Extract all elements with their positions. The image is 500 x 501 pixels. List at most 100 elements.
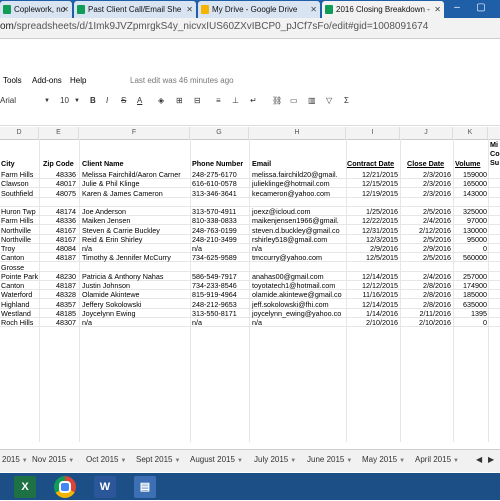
cell-close[interactable]: 2/8/2016 [401, 300, 451, 309]
cell-city[interactable]: Highland [1, 300, 39, 309]
scroll-tabs-right-icon[interactable]: ▶ [488, 455, 494, 464]
cell-phone[interactable]: 248-212-9653 [192, 300, 248, 309]
maximize-icon[interactable]: ▢ [470, 0, 492, 16]
cell-phone[interactable]: 248-275-6170 [192, 170, 248, 179]
chevron-down-icon[interactable]: ▼ [74, 98, 80, 104]
cell-contract[interactable]: 12/22/2015 [347, 216, 398, 225]
cell-city[interactable]: Huron Twp [1, 207, 39, 216]
cell-client[interactable] [82, 263, 189, 272]
cell-client[interactable]: Joycelynn Ewing [82, 309, 189, 318]
cell-city[interactable]: Southfield [1, 189, 39, 198]
cell-city[interactable]: Farm Hills [1, 216, 39, 225]
cell-city[interactable]: Westland [1, 309, 39, 318]
close-icon[interactable]: ✕ [186, 1, 193, 18]
cell-volume[interactable] [454, 263, 487, 272]
borders-icon[interactable]: ⊞ [176, 96, 183, 105]
chevron-down-icon[interactable]: ▼ [399, 458, 405, 464]
comment-icon[interactable]: ▭ [290, 96, 298, 105]
cell-city[interactable]: Northville [1, 226, 39, 235]
merge-cells-icon[interactable]: ⊟ [194, 96, 201, 105]
sheet-tab-august-2015[interactable]: August 2015 ▼ [190, 455, 243, 464]
column-header-g[interactable]: G [190, 127, 249, 139]
cell-phone[interactable]: 734-233-8546 [192, 281, 248, 290]
cell-close[interactable]: 2/5/2016 [401, 235, 451, 244]
cell-client[interactable] [82, 198, 189, 207]
cell-zip[interactable]: 48187 [40, 281, 76, 290]
link-icon[interactable]: ⛓ [272, 96, 282, 105]
functions-icon[interactable]: Σ [344, 96, 349, 105]
cell-zip[interactable]: 48174 [40, 207, 76, 216]
cell-contract[interactable]: 1/25/2016 [347, 207, 398, 216]
cell-email[interactable]: rshirley518@gmail.com [252, 235, 345, 244]
cell-city[interactable]: Roch Hills [1, 318, 39, 327]
cell-phone[interactable]: n/a [192, 244, 248, 253]
sheet-tab-2015[interactable]: 2015 ▼ [2, 455, 28, 464]
cell-client[interactable]: n/a [82, 244, 189, 253]
italic-button[interactable]: I [106, 96, 108, 105]
cell-phone[interactable]: 815-919-4964 [192, 290, 248, 299]
sheet-tab-oct-2015[interactable]: Oct 2015 ▼ [86, 455, 126, 464]
cell-client[interactable]: Melissa Fairchild/Aaron Carner [82, 170, 189, 179]
cell-zip[interactable]: 48307 [40, 318, 76, 327]
cell-volume[interactable]: 97000 [454, 216, 487, 225]
cell-close[interactable]: 2/12/2016 [401, 226, 451, 235]
cell-phone[interactable]: 313-346-3641 [192, 189, 248, 198]
cell-email[interactable]: anahas00@gmail.com [252, 272, 345, 281]
cell-contract[interactable]: 2/9/2016 [347, 244, 398, 253]
browser-tab-2[interactable]: Past Client Call/Email She ✕ [74, 1, 196, 18]
formula-bar[interactable] [0, 113, 500, 126]
column-header-j[interactable]: J [400, 127, 453, 139]
cell-client[interactable]: Karen & James Cameron [82, 189, 189, 198]
chevron-down-icon[interactable]: ▼ [120, 458, 126, 464]
column-header-i[interactable]: I [346, 127, 400, 139]
cell-phone[interactable]: 734-625-9589 [192, 253, 248, 262]
cell-contract[interactable]: 12/5/2015 [347, 253, 398, 262]
cell-close[interactable]: 2/5/2016 [401, 207, 451, 216]
cell-zip[interactable] [40, 198, 76, 207]
column-header-e[interactable]: E [39, 127, 79, 139]
close-icon[interactable]: ✕ [310, 1, 317, 18]
cell-close[interactable]: 2/8/2016 [401, 281, 451, 290]
cell-contract[interactable] [347, 198, 398, 207]
cell-zip[interactable] [40, 263, 76, 272]
cell-email[interactable] [252, 263, 345, 272]
cell-phone[interactable]: 313-550-8171 [192, 309, 248, 318]
cell-contract[interactable]: 2/10/2016 [347, 318, 398, 327]
sheet-tab-may-2015[interactable]: May 2015 ▼ [362, 455, 405, 464]
cell-client[interactable]: Reid & Erin Shirley [82, 235, 189, 244]
cell-close[interactable]: 2/3/2016 [401, 170, 451, 179]
close-icon[interactable]: ✕ [434, 1, 441, 18]
cell-contract[interactable]: 11/16/2015 [347, 290, 398, 299]
text-color-button[interactable]: A [137, 96, 142, 105]
browser-tab-1[interactable]: Coplework, no ✕ [0, 1, 72, 18]
chevron-down-icon[interactable]: ▼ [22, 458, 28, 464]
cell-email[interactable]: n/a [252, 318, 345, 327]
cell-volume[interactable] [454, 198, 487, 207]
cell-contract[interactable]: 12/12/2015 [347, 281, 398, 290]
chrome-icon[interactable] [54, 476, 76, 498]
cell-contract[interactable]: 12/19/2015 [347, 189, 398, 198]
cell-close[interactable] [401, 198, 451, 207]
cell-client[interactable]: Patricia & Anthony Nahas [82, 272, 189, 281]
cell-close[interactable]: 2/8/2016 [401, 290, 451, 299]
cell-zip[interactable]: 48336 [40, 216, 76, 225]
cell-close[interactable]: 2/9/2016 [401, 244, 451, 253]
cell-email[interactable]: n/a [252, 244, 345, 253]
cell-email[interactable]: kecameron@yahoo.com [252, 189, 345, 198]
excel-icon[interactable]: X [14, 476, 36, 498]
column-header-f[interactable]: F [79, 127, 190, 139]
sheet-tab-april-2015[interactable]: April 2015 ▼ [415, 455, 459, 464]
cell-email[interactable]: olamide.akintewe@gmail.co [252, 290, 345, 299]
cell-zip[interactable]: 48187 [40, 253, 76, 262]
cell-close[interactable]: 2/3/2016 [401, 189, 451, 198]
cell-volume[interactable]: 635000 [454, 300, 487, 309]
cell-zip[interactable]: 48336 [40, 170, 76, 179]
cell-contract[interactable]: 12/21/2015 [347, 170, 398, 179]
cell-email[interactable]: joexz@icloud.com [252, 207, 345, 216]
menu-tools[interactable]: Tools [3, 76, 22, 85]
cell-contract[interactable]: 12/15/2015 [347, 179, 398, 188]
cell-city[interactable]: Clawson [1, 179, 39, 188]
bold-button[interactable]: B [90, 96, 96, 105]
cell-contract[interactable] [347, 263, 398, 272]
last-edit-status[interactable]: Last edit was 46 minutes ago [130, 76, 234, 85]
